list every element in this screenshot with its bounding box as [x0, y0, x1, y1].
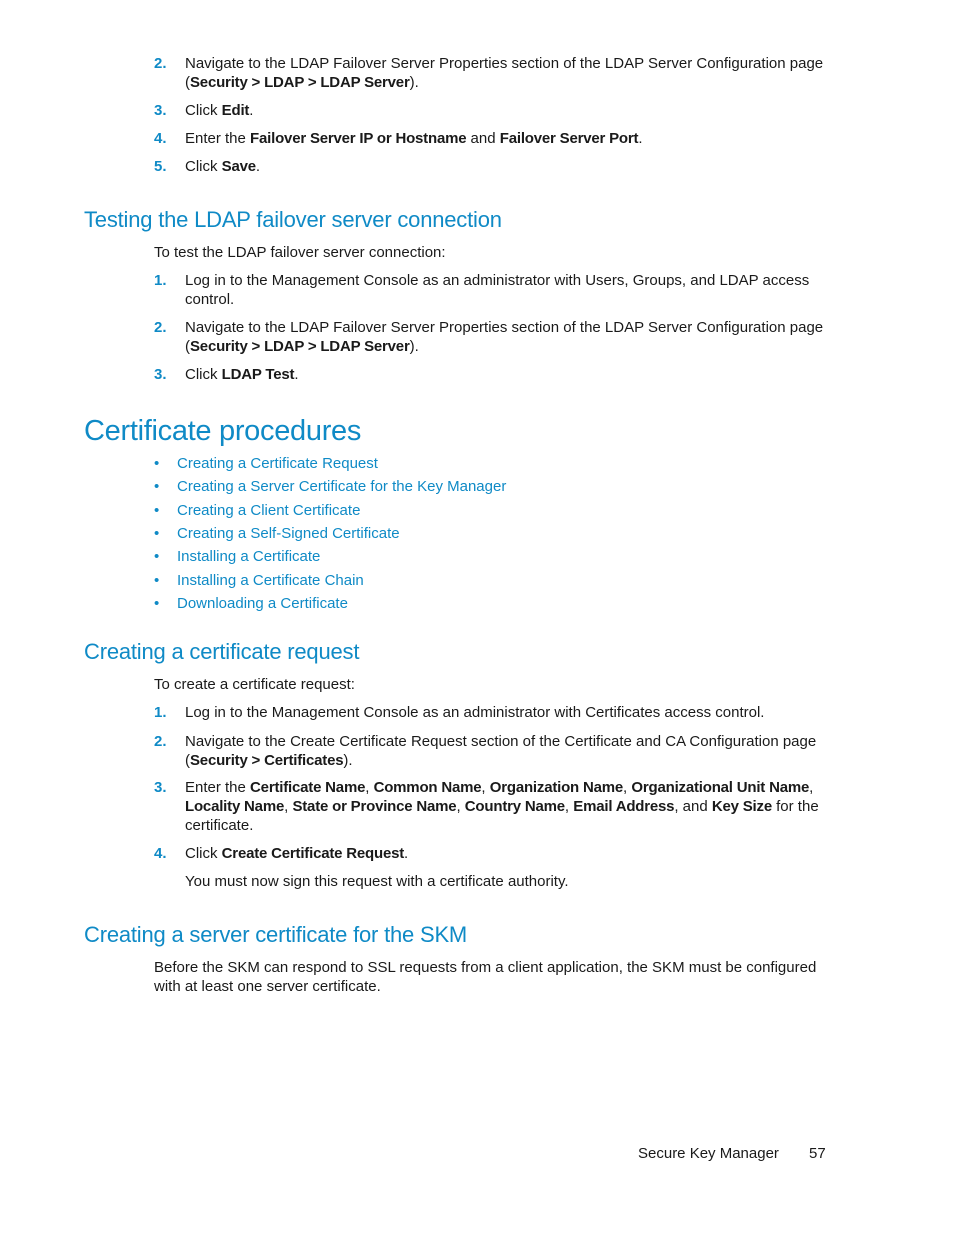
ui-term: Security > Certificates [190, 752, 344, 769]
step-text: Navigate to the LDAP Failover Server Pro… [185, 54, 835, 92]
step-text-run: , [456, 798, 465, 815]
step-text-run: . [255, 158, 261, 175]
step-text: Navigate to the Create Certificate Reque… [185, 732, 835, 770]
step-number: 2. [154, 319, 167, 336]
step-text: Click LDAP Test. [185, 365, 835, 384]
step-text-run: Click [185, 158, 222, 175]
step-text-run: , [564, 798, 574, 815]
step-text-run: Enter the [185, 779, 251, 796]
link-installing-certificate[interactable]: Installing a Certificate [177, 547, 320, 566]
step-text: Navigate to the LDAP Failover Server Pro… [185, 318, 835, 356]
link-creating-client-certificate[interactable]: Creating a Client Certificate [177, 501, 360, 520]
section-heading-server-certificate-skm: Creating a server certificate for the SK… [84, 922, 468, 947]
ui-term: Security > LDAP > LDAP Server [190, 74, 410, 91]
step-text-run: . [404, 845, 409, 862]
step-text-run: . [294, 366, 299, 383]
step-text-run: , [365, 779, 374, 796]
ui-term: Organization Name [489, 779, 624, 796]
bullet-icon: • [154, 548, 160, 565]
ui-term: Create Certificate Request [221, 845, 405, 862]
step-text-run: Log in to the Management Console as an a… [185, 704, 765, 721]
step-number: 3. [154, 366, 167, 383]
ui-term: Locality Name [185, 798, 285, 815]
step-text-run: . [638, 130, 643, 147]
step-text: Click Save. [185, 157, 835, 176]
testing-intro: To test the LDAP failover server connect… [154, 244, 446, 261]
ui-term: Failover Server Port [499, 130, 639, 147]
step-text-run: . [249, 102, 254, 119]
cert-request-intro: To create a certificate request: [154, 676, 355, 693]
bullet-icon: • [154, 502, 160, 519]
step-text-run: ). [409, 74, 419, 91]
bullet-icon: • [154, 525, 160, 542]
step-number: 2. [154, 733, 167, 750]
step-text-run: , and [674, 798, 712, 815]
step-number: 1. [154, 272, 167, 289]
step-number: 2. [154, 55, 167, 72]
chapter-heading-certificate-procedures: Certificate procedures [84, 415, 362, 447]
section-heading-creating-certificate-request: Creating a certificate request [84, 639, 360, 664]
step-number: 3. [154, 102, 167, 119]
ui-term: Save [221, 158, 256, 175]
document-page: 2. Navigate to the LDAP Failover Server P… [0, 0, 954, 1235]
step-text-run: Click [185, 366, 222, 383]
link-installing-certificate-chain[interactable]: Installing a Certificate Chain [177, 571, 364, 590]
ui-term: LDAP Test [221, 366, 295, 383]
step-text-run: Log in to the Management Console as an a… [185, 272, 810, 308]
cert-request-note: You must now sign this request with a ce… [185, 873, 569, 890]
ui-term: Security > LDAP > LDAP Server [190, 338, 410, 355]
step-text: Log in to the Management Console as an a… [185, 271, 835, 309]
step-text-run: ). [409, 338, 419, 355]
ui-term: Organizational Unit Name [631, 779, 810, 796]
step-text-run: , [809, 779, 814, 796]
step-text: Enter the Failover Server IP or Hostname… [185, 129, 835, 148]
ui-term: Country Name [464, 798, 565, 815]
step-text-run: Enter the [185, 130, 251, 147]
link-creating-server-certificate[interactable]: Creating a Server Certificate for the Ke… [177, 477, 506, 496]
link-creating-certificate-request[interactable]: Creating a Certificate Request [177, 454, 378, 473]
step-text-run: ). [343, 752, 353, 769]
step-text: Log in to the Management Console as an a… [185, 703, 835, 722]
step-text: Enter the Certificate Name, Common Name,… [185, 778, 835, 835]
step-number: 3. [154, 779, 167, 796]
bullet-icon: • [154, 455, 160, 472]
step-text-run: Click [185, 102, 222, 119]
step-text-run: , [481, 779, 490, 796]
bullet-icon: • [154, 478, 160, 495]
ui-term: Failover Server IP or Hostname [250, 130, 467, 147]
step-text-run: Click [185, 845, 222, 862]
ui-term: Edit [221, 102, 250, 119]
bullet-icon: • [154, 595, 160, 612]
ui-term: Email Address [573, 798, 675, 815]
bullet-icon: • [154, 572, 160, 589]
link-downloading-certificate[interactable]: Downloading a Certificate [177, 594, 348, 613]
step-text: Click Edit. [185, 101, 835, 120]
step-number: 1. [154, 704, 167, 721]
server-cert-body: Before the SKM can respond to SSL reques… [154, 959, 817, 995]
ui-term: State or Province Name [292, 798, 457, 815]
link-creating-self-signed-certificate[interactable]: Creating a Self-Signed Certificate [177, 524, 400, 543]
ui-term: Key Size [711, 798, 772, 815]
section-heading-testing-ldap-failover: Testing the LDAP failover server connect… [84, 207, 502, 232]
ui-term: Certificate Name [250, 779, 366, 796]
step-number: 4. [154, 845, 167, 862]
ui-term: Common Name [373, 779, 482, 796]
step-text-run: and [466, 130, 500, 147]
step-text: Click Create Certificate Request. [185, 844, 835, 863]
footer-document-title: Secure Key Manager [638, 1145, 779, 1162]
step-number: 5. [154, 158, 167, 175]
page-number: 57 [809, 1145, 826, 1162]
step-number: 4. [154, 130, 167, 147]
